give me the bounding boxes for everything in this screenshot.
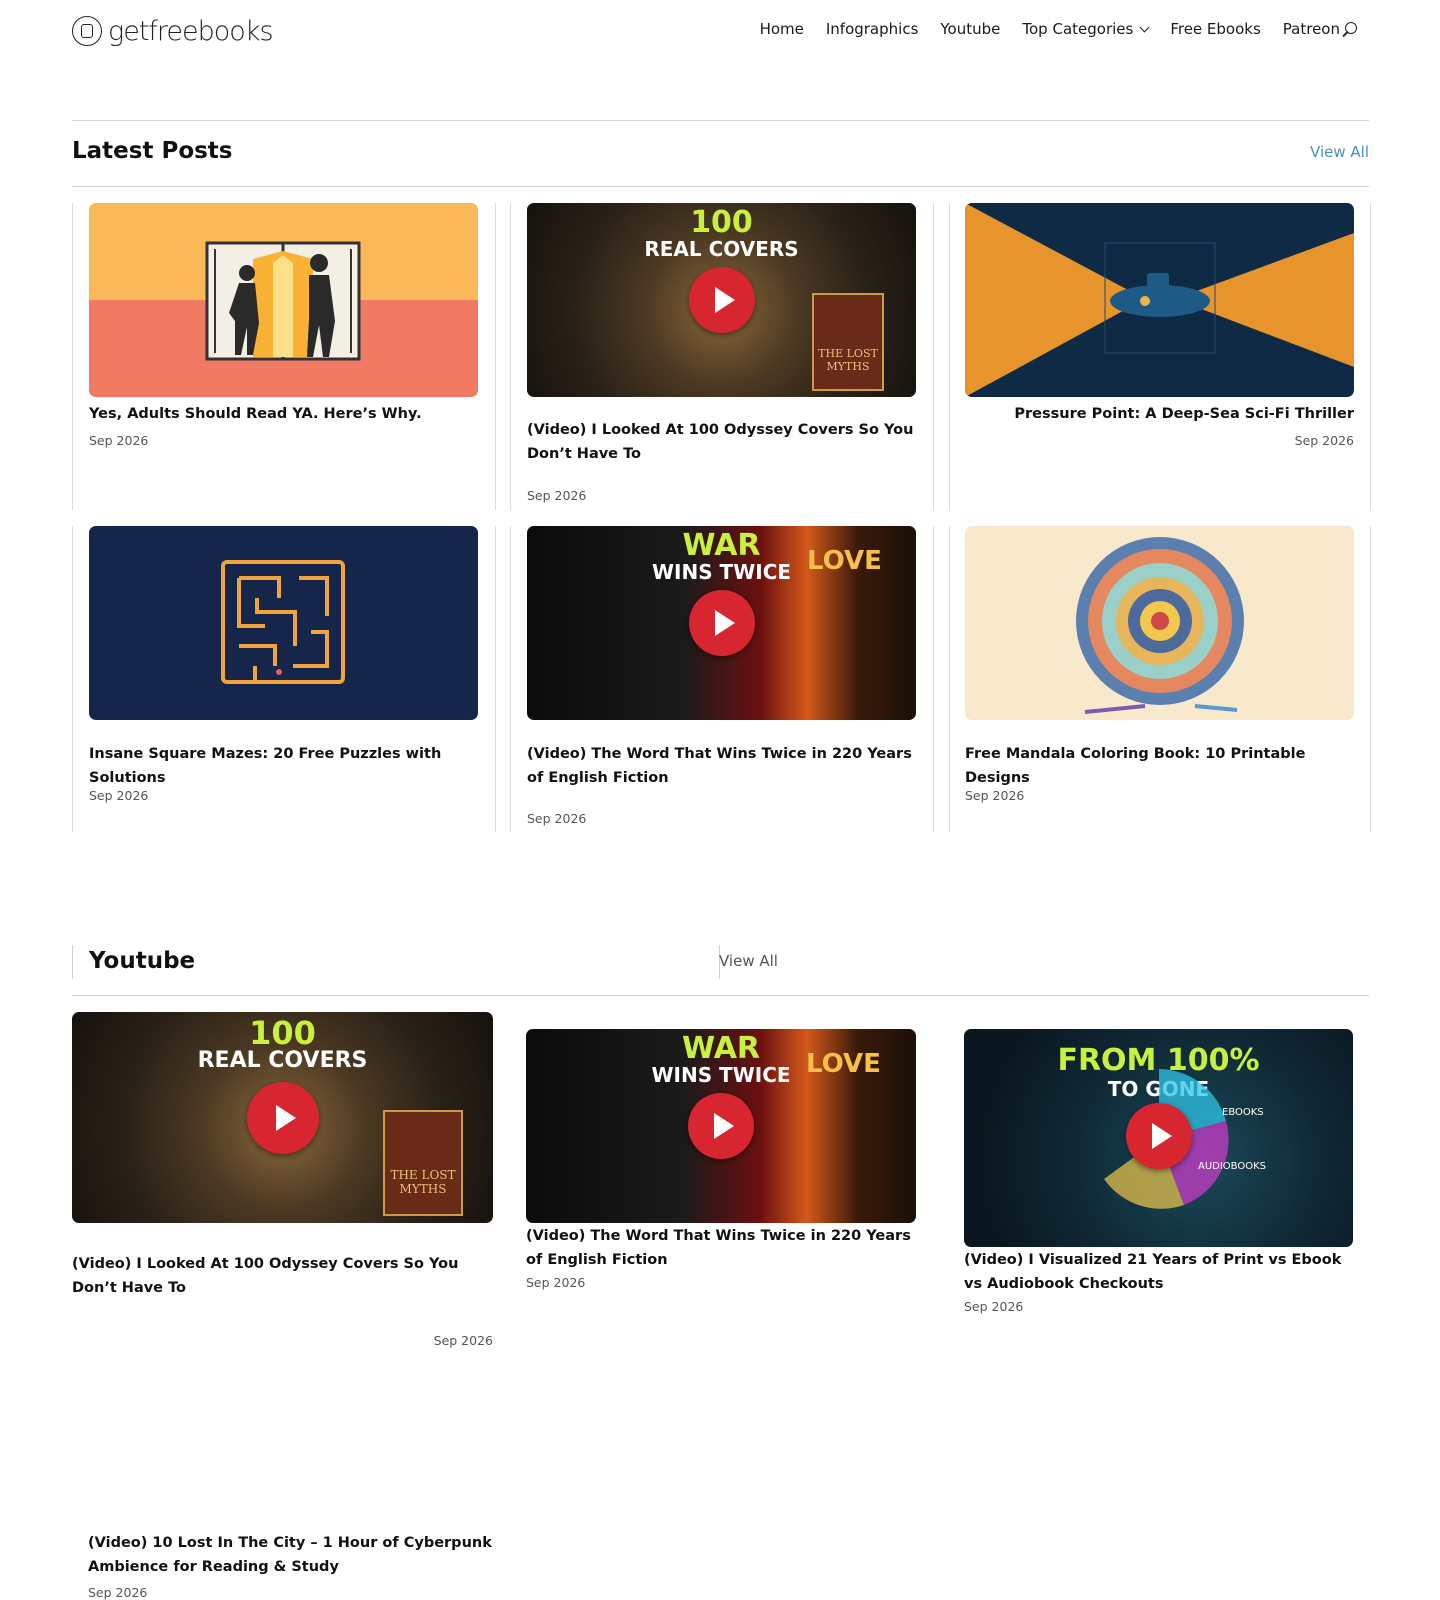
thumb-label: EBOOKS — [1222, 1107, 1264, 1118]
video-thumbnail-war-love[interactable]: WAR WINS TWICE LOVE — [526, 1029, 916, 1223]
thumb-overlay-text: REAL COVERS — [644, 237, 799, 261]
chevron-down-icon — [1139, 22, 1150, 33]
nav-patreon[interactable]: Patreon — [1283, 20, 1340, 38]
post-date: Sep 2026 — [527, 488, 587, 503]
card-border — [933, 526, 934, 832]
thumb-overlay-text: 100 — [249, 1014, 316, 1052]
nav-free-ebooks[interactable]: Free Ebooks — [1170, 20, 1260, 38]
play-icon — [688, 267, 755, 333]
thumb-label: AUDIOBOOKS — [1198, 1161, 1267, 1172]
card-border — [933, 203, 934, 510]
play-icon — [1125, 1102, 1192, 1169]
logo-book-icon — [72, 16, 102, 46]
post-date: Sep 2026 — [89, 788, 149, 803]
divider — [72, 186, 1369, 187]
main-nav: Home Infographics Youtube Top Categories… — [760, 20, 1340, 38]
card-border — [949, 203, 950, 510]
video-date: Sep 2026 — [88, 1585, 148, 1600]
nav-infographics[interactable]: Infographics — [826, 20, 919, 38]
post-thumbnail-ya[interactable] — [89, 203, 478, 397]
video-date: Sep 2026 — [433, 1333, 493, 1348]
nav-home[interactable]: Home — [760, 20, 804, 38]
play-icon — [688, 1093, 754, 1159]
divider — [72, 995, 1369, 996]
book-cover-illustration: THE LOST MYTHS — [812, 293, 884, 391]
book-cover-title: THE LOST MYTHS — [818, 347, 878, 373]
card-border — [495, 203, 496, 510]
video-title[interactable]: (Video) The Word That Wins Twice in 220 … — [526, 1224, 916, 1272]
post-title[interactable]: (Video) The Word That Wins Twice in 220 … — [527, 742, 916, 790]
card-border — [72, 526, 73, 832]
post-date: Sep 2026 — [527, 811, 587, 826]
submarine-light-beams-illustration — [965, 203, 1354, 397]
video-thumbnail-print-ebook[interactable]: FROM 100% TO GONE EBOOKS AUDIOBOOKS — [964, 1029, 1353, 1247]
card-border — [510, 526, 511, 832]
post-thumbnail-mazes[interactable] — [89, 526, 478, 720]
latest-view-all-link[interactable]: View All — [1310, 143, 1369, 161]
nav-top-categories-label: Top Categories — [1022, 20, 1134, 38]
video-title[interactable]: (Video) I Visualized 21 Years of Print v… — [964, 1248, 1353, 1296]
card-border — [1370, 526, 1371, 832]
post-title[interactable]: Yes, Adults Should Read YA. Here’s Why. — [89, 402, 478, 426]
section-border — [72, 945, 73, 979]
open-book-silhouettes-illustration — [205, 241, 361, 361]
logo-text: getfreebooks — [108, 15, 274, 47]
post-title[interactable]: Insane Square Mazes: 20 Free Puzzles wit… — [89, 742, 478, 790]
nav-top-categories[interactable]: Top Categories — [1022, 20, 1150, 38]
post-thumbnail-mandala[interactable] — [965, 526, 1354, 720]
post-date: Sep 2026 — [965, 788, 1025, 803]
video-date: Sep 2026 — [964, 1299, 1024, 1314]
book-cover-illustration: THE LOST MYTHS — [383, 1110, 463, 1216]
post-title[interactable]: Free Mandala Coloring Book: 10 Printable… — [965, 742, 1354, 790]
site-logo[interactable]: getfreebooks — [72, 14, 274, 48]
post-title[interactable]: Pressure Point: A Deep-Sea Sci-Fi Thrill… — [965, 402, 1354, 426]
video-date: Sep 2026 — [526, 1275, 586, 1290]
card-border — [949, 526, 950, 832]
thumb-overlay-text: 100 — [690, 205, 753, 240]
card-border — [72, 203, 73, 510]
video-thumbnail-odyssey[interactable]: 100 REAL COVERS THE LOST MYTHS — [527, 203, 916, 397]
thumb-side-word: LOVE — [806, 1049, 881, 1079]
video-thumbnail-war-love[interactable]: WAR WINS TWICE LOVE — [527, 526, 916, 720]
play-icon — [688, 590, 755, 656]
card-border — [1370, 203, 1371, 510]
thumb-overlay-text: REAL COVERS — [197, 1048, 368, 1073]
video-title[interactable]: (Video) 10 Lost In The City – 1 Hour of … — [88, 1531, 508, 1579]
book-cover-title: THE LOST MYTHS — [390, 1168, 456, 1196]
post-date: Sep 2026 — [1294, 433, 1354, 448]
post-title[interactable]: (Video) I Looked At 100 Odyssey Covers S… — [527, 418, 916, 466]
youtube-view-all-link[interactable]: View All — [719, 952, 778, 970]
card-border — [510, 203, 511, 510]
search-icon[interactable] — [1341, 22, 1359, 40]
thumb-side-word: LOVE — [807, 546, 882, 576]
post-thumbnail-pressure-point[interactable] — [965, 203, 1354, 397]
mandala-illustration — [1076, 537, 1244, 714]
nav-youtube[interactable]: Youtube — [940, 20, 1000, 38]
maze-illustration — [221, 560, 345, 684]
video-title[interactable]: (Video) I Looked At 100 Odyssey Covers S… — [72, 1252, 493, 1300]
card-border — [495, 526, 496, 832]
post-date: Sep 2026 — [89, 433, 149, 448]
video-thumbnail-odyssey[interactable]: 100 REAL COVERS THE LOST MYTHS — [72, 1012, 493, 1223]
youtube-section-title: Youtube — [89, 948, 196, 974]
latest-posts-title: Latest Posts — [72, 138, 233, 164]
divider — [72, 120, 1369, 121]
play-icon — [246, 1081, 319, 1154]
